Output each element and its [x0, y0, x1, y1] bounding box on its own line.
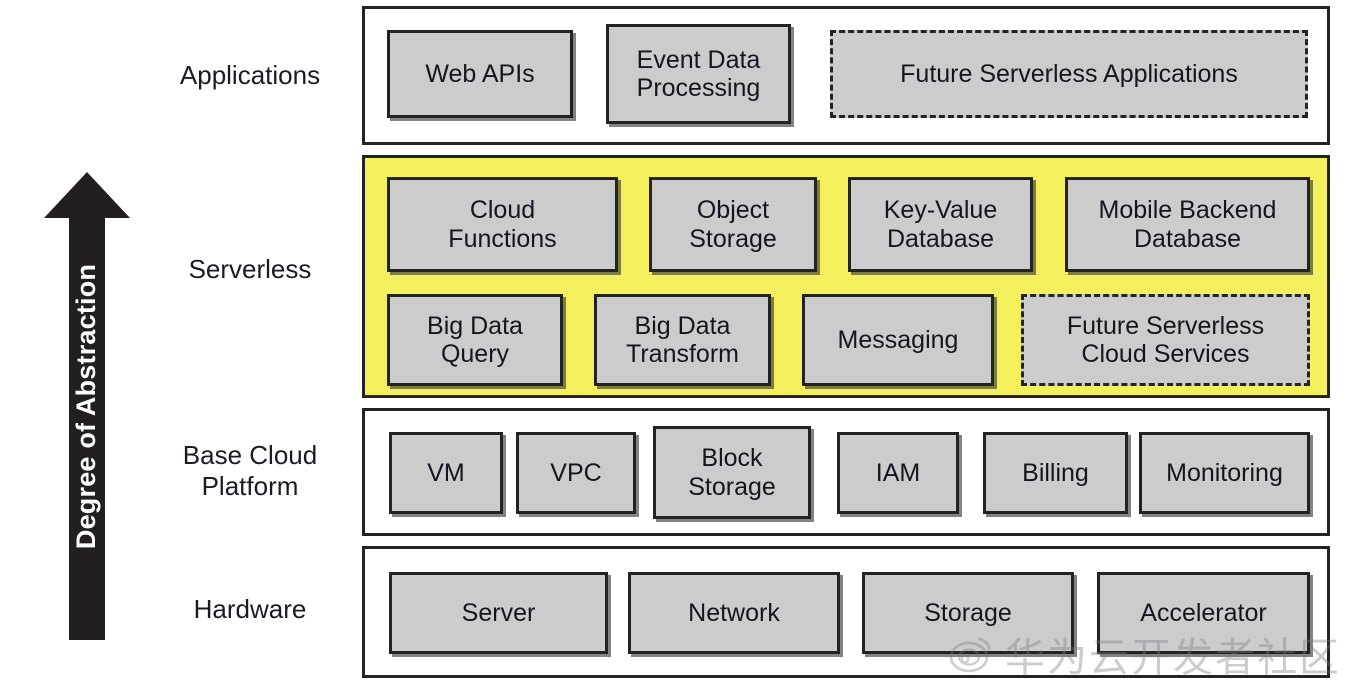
box-iam-label: IAM [875, 458, 921, 487]
box-big-data-query-line2: Query [440, 340, 510, 368]
box-vpc-label: VPC [550, 458, 602, 487]
box-web-apis-label: Web APIs [425, 59, 535, 88]
box-object-storage-line2: Storage [689, 224, 777, 253]
layer-label-base-cloud-platform-line1: Base Cloud [182, 440, 318, 470]
box-accelerator-label: Accelerator [1140, 598, 1267, 627]
box-monitoring[interactable]: Monitoring [1139, 432, 1310, 514]
box-future-serverless-cloud-services-line2: Cloud Services [1081, 340, 1250, 368]
box-server[interactable]: Server [389, 572, 608, 654]
box-big-data-query[interactable]: Big Data Query [387, 294, 563, 386]
box-server-label: Server [461, 598, 536, 627]
layer-label-base-cloud-platform-line2: Platform [201, 470, 299, 501]
box-future-serverless-applications-label: Future Serverless Applications [900, 59, 1238, 88]
box-messaging[interactable]: Messaging [802, 294, 994, 386]
box-vpc[interactable]: VPC [516, 432, 636, 514]
box-mobile-backend-database[interactable]: Mobile Backend Database [1065, 177, 1310, 272]
layer-applications: Web APIs Event Data Processing Future Se… [362, 6, 1330, 145]
box-big-data-query-line1: Big Data [427, 311, 523, 340]
layer-label-base-cloud-platform: Base Cloud Platform [140, 440, 360, 501]
layer-label-hardware: Hardware [193, 594, 307, 624]
box-object-storage[interactable]: Object Storage [649, 177, 817, 272]
box-accelerator[interactable]: Accelerator [1097, 572, 1310, 654]
box-cloud-functions-line2: Functions [448, 224, 557, 253]
box-cloud-functions[interactable]: Cloud Functions [387, 177, 618, 272]
layer-hardware: Server Network Storage Accelerator [362, 546, 1330, 678]
box-event-data-processing-line1: Event Data [636, 45, 761, 74]
box-network-label: Network [688, 598, 780, 627]
box-mobile-backend-database-line2: Database [1133, 224, 1242, 253]
box-event-data-processing-line2: Processing [636, 74, 761, 102]
box-big-data-transform-line1: Big Data [634, 311, 731, 340]
box-vm[interactable]: VM [389, 432, 503, 514]
box-future-serverless-applications[interactable]: Future Serverless Applications [830, 30, 1308, 118]
layer-base-cloud-platform: VM VPC Block Storage IAM Billing Monitor… [362, 408, 1330, 536]
box-storage-label: Storage [924, 598, 1012, 627]
box-key-value-database-line2: Database [886, 224, 995, 253]
box-object-storage-line1: Object [696, 196, 770, 224]
box-web-apis[interactable]: Web APIs [387, 30, 573, 118]
box-future-serverless-cloud-services[interactable]: Future Serverless Cloud Services [1021, 294, 1310, 386]
box-future-serverless-cloud-services-line1: Future Serverless [1066, 311, 1265, 340]
box-mobile-backend-database-line1: Mobile Backend [1098, 196, 1277, 224]
box-monitoring-label: Monitoring [1166, 458, 1283, 487]
box-vm-label: VM [427, 458, 465, 487]
box-billing-label: Billing [1022, 458, 1089, 487]
box-storage[interactable]: Storage [862, 572, 1074, 654]
box-iam[interactable]: IAM [837, 432, 959, 514]
box-big-data-transform-line2: Transform [626, 340, 739, 368]
layer-serverless: Cloud Functions Object Storage Key-Value… [362, 155, 1330, 398]
box-messaging-label: Messaging [837, 325, 959, 354]
box-key-value-database[interactable]: Key-Value Database [848, 177, 1033, 272]
box-cloud-functions-line1: Cloud [469, 196, 536, 224]
box-billing[interactable]: Billing [983, 432, 1128, 514]
box-block-storage-line2: Storage [688, 472, 776, 501]
layer-label-serverless: Serverless [188, 254, 312, 284]
box-key-value-database-line1: Key-Value [883, 196, 998, 224]
box-network[interactable]: Network [628, 572, 840, 654]
box-event-data-processing[interactable]: Event Data Processing [606, 24, 791, 124]
degree-of-abstraction-arrow [44, 172, 130, 640]
diagram-canvas: Degree of Abstraction Applications Serve… [0, 0, 1351, 691]
box-block-storage[interactable]: Block Storage [653, 426, 811, 519]
box-big-data-transform[interactable]: Big Data Transform [594, 294, 771, 386]
layer-label-applications: Applications [179, 60, 321, 90]
box-block-storage-line1: Block [701, 444, 763, 472]
